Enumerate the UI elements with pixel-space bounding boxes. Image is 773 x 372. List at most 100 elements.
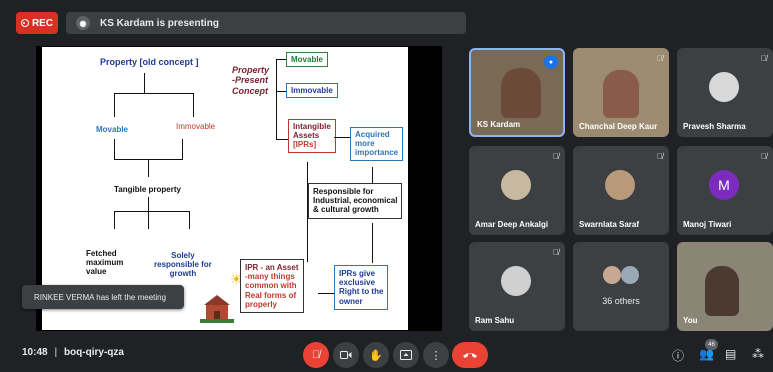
rec-label: REC: [31, 17, 54, 29]
slide-movable-box: Movable: [286, 52, 329, 68]
slide-connector: [276, 59, 277, 139]
presenter-avatar-icon: ◉: [76, 16, 90, 30]
participant-count-badge: 46: [705, 339, 718, 350]
slide-movable-left: Movable: [96, 125, 129, 134]
slide-intangible-line: [IPRs]: [293, 140, 317, 150]
activities-icon[interactable]: ⁂: [752, 347, 764, 361]
slide-present-concept: Property -Present Concept: [232, 65, 269, 96]
slide-connector: [148, 159, 149, 177]
slide-connector: [189, 211, 190, 229]
leave-call-button[interactable]: [452, 342, 488, 368]
slide-present-line: -Present: [232, 75, 269, 86]
video-feed: [603, 70, 639, 118]
slide-present-line: Property: [232, 65, 270, 75]
meet-window: REC ◉ KS Kardam is presenting Property […: [0, 0, 773, 372]
slide-ipr-asset-line: -many things: [245, 272, 295, 282]
participant-name: Amar Deep Ankalgi: [475, 220, 549, 229]
more-options-button[interactable]: ⋮: [423, 342, 449, 368]
slide-connector: [148, 211, 149, 229]
slide-connector: [144, 73, 145, 93]
slide-fetched: Fetched maximum value: [86, 249, 123, 277]
others-tile[interactable]: 36 others: [573, 242, 669, 331]
slide-iprs-give-line: Right to the: [339, 287, 384, 297]
slide-ipr-asset-line: IPR - an Asset: [245, 263, 299, 272]
self-tile[interactable]: You: [677, 242, 773, 331]
slide-connector: [182, 139, 183, 159]
slide-connector: [318, 293, 334, 294]
slide-old-concept-title: Property [old concept ]: [100, 57, 199, 67]
meeting-details: 10:48 | boq-qiry-qza: [22, 347, 124, 358]
slide-fetched-line: Fetched: [86, 249, 117, 258]
participant-name: Chanchal Deep Kaur: [579, 122, 658, 131]
slide-intangible-line: Intangible: [293, 122, 331, 131]
participant-tile[interactable]: 🎙̸ Ram Sahu: [469, 242, 565, 331]
participant-tile[interactable]: 🎙̸ Swarnlata Saraf: [573, 146, 669, 235]
house-illustration: [200, 289, 234, 323]
mic-off-icon: 🎙̸: [657, 54, 663, 63]
mic-toggle-button[interactable]: 🎙̸: [303, 342, 329, 368]
slide-iprs-give-box: IPRs give exclusive Right to the owner: [334, 265, 389, 310]
slide-iprs-give-line: IPRs give: [339, 269, 376, 278]
clock-time: 10:48: [22, 347, 48, 358]
mic-off-icon: 🎙̸: [761, 152, 767, 161]
slide-connector: [148, 197, 149, 211]
top-bar: REC ◉ KS Kardam is presenting: [0, 0, 773, 40]
present-button[interactable]: [393, 342, 419, 368]
slide-responsible-box: Responsible for Industrial, economical &…: [308, 183, 403, 219]
participant-name: KS Kardam: [477, 120, 521, 129]
slide-connector: [114, 211, 115, 229]
participant-tile[interactable]: ● KS Kardam: [469, 48, 565, 137]
slide-connector: [372, 167, 373, 183]
participant-tile[interactable]: M 🎙̸ Manoj Tiwari: [677, 146, 773, 235]
slide-responsible-line: Industrial, economical: [313, 196, 398, 206]
slide-solely-line: growth: [169, 269, 197, 279]
camera-toggle-button[interactable]: [333, 342, 359, 368]
slide-ipr-asset-line: Real forms of: [245, 290, 297, 300]
slide-iprs-give-line: owner: [339, 296, 363, 306]
avatar: [603, 266, 621, 284]
participant-name: Swarnlata Saraf: [579, 220, 640, 229]
slide-present-line: Concept: [232, 85, 268, 96]
slide-responsible-line: & cultural growth: [313, 205, 379, 215]
more-icon: ⋮: [430, 349, 442, 362]
slide-ipr-asset-line: common with: [245, 281, 297, 291]
present-icon: [400, 350, 412, 360]
slide-responsible-line: Responsible for: [313, 187, 374, 196]
participant-tile[interactable]: 🎙̸ Amar Deep Ankalgi: [469, 146, 565, 235]
slide-connector: [193, 93, 194, 117]
mic-off-icon: 🎙̸: [657, 152, 663, 161]
participant-name: Pravesh Sharma: [683, 122, 746, 131]
camera-icon: [340, 351, 352, 359]
info-icon[interactable]: ⓘ: [672, 347, 684, 364]
slide-connector: [276, 59, 286, 60]
participant-name: Manoj Tiwari: [683, 220, 732, 229]
avatar: [709, 72, 739, 102]
hand-icon: ✋: [369, 349, 383, 362]
slide-acquired-box: Acquired more importance: [350, 127, 404, 161]
mic-off-icon: 🎙̸: [311, 349, 321, 361]
participant-name: Ram Sahu: [475, 316, 515, 325]
participant-tile[interactable]: 🎙̸ Pravesh Sharma: [677, 48, 773, 137]
slide-connector: [114, 93, 194, 94]
recording-indicator: REC: [16, 12, 58, 34]
slide-fetched-line: maximum: [86, 258, 124, 268]
mic-off-icon: 🎙̸: [553, 152, 559, 161]
presenting-banner[interactable]: ◉ KS Kardam is presenting: [66, 12, 466, 34]
mic-off-icon: 🎙̸: [553, 248, 559, 257]
avatar: [501, 266, 531, 296]
avatar: [501, 170, 531, 200]
record-icon: [20, 19, 29, 27]
speaking-indicator-icon: ●: [544, 55, 558, 69]
slide-iprs-give-line: exclusive: [339, 278, 376, 288]
avatar: M: [709, 170, 739, 200]
slide-connector: [114, 139, 115, 159]
chat-icon[interactable]: ▤: [725, 347, 736, 361]
slide-solely-line: responsible for: [154, 260, 212, 270]
participant-tile[interactable]: 🎙̸ Chanchal Deep Kaur: [573, 48, 669, 137]
slide-intangible-line: Assets: [293, 131, 320, 141]
raise-hand-button[interactable]: ✋: [363, 342, 389, 368]
slide-tangible-property: Tangible property: [114, 185, 181, 194]
avatar: [605, 170, 635, 200]
slide-fetched-line: value: [86, 267, 107, 277]
slide-connector: [276, 91, 286, 92]
